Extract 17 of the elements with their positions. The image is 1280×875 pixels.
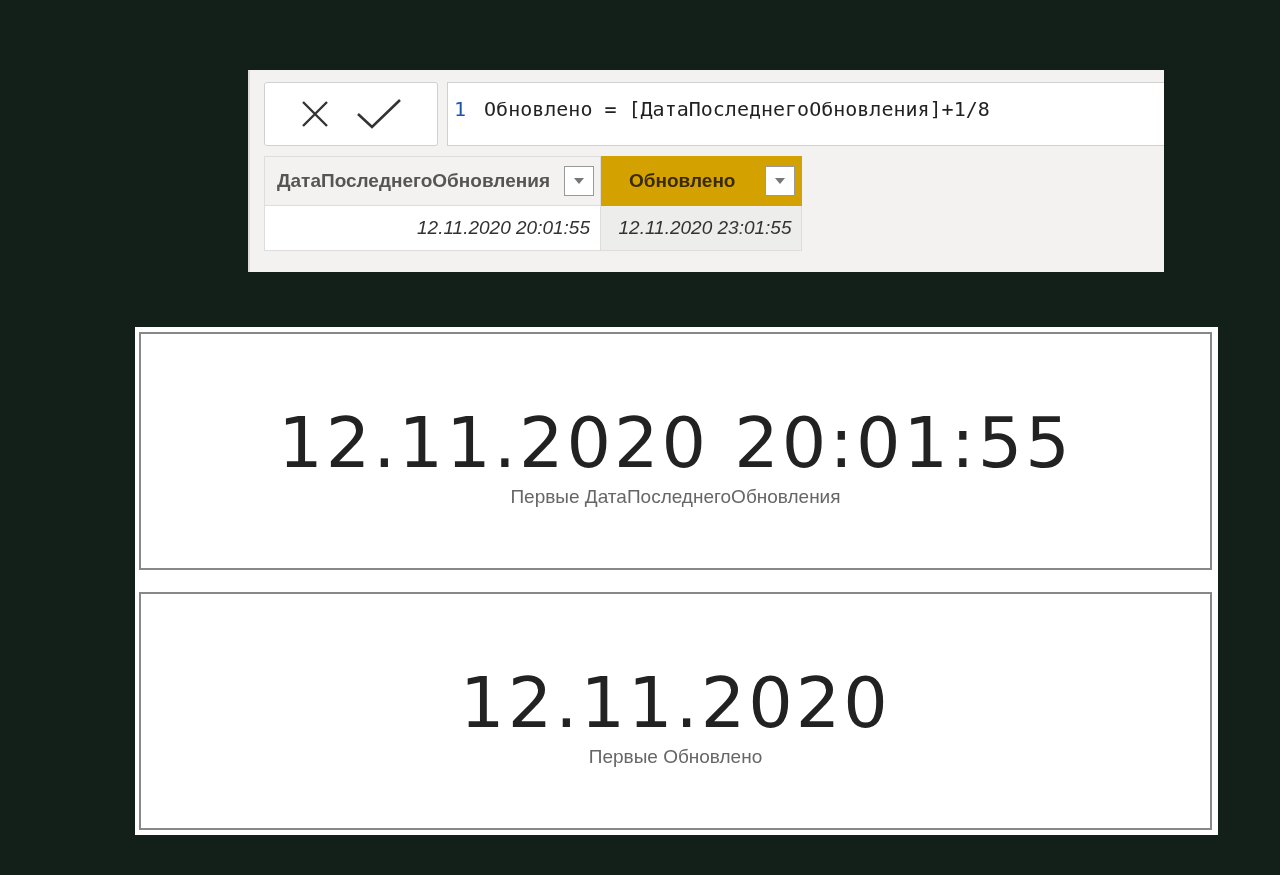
column-header[interactable]: ДатаПоследнегоОбновления — [264, 156, 601, 206]
card-value: 12.11.2020 — [460, 668, 891, 738]
formula-field[interactable]: 1 Обновлено = [ДатаПоследнегоОбновления]+1/8 — [447, 82, 1164, 146]
close-icon — [300, 99, 330, 129]
cancel-button[interactable] — [300, 99, 330, 129]
table-cell: 12.11.2020 23:01:55 — [600, 205, 802, 251]
dropdown-icon[interactable] — [563, 166, 594, 196]
column-header[interactable]: Обновлено — [600, 156, 802, 206]
formula-text: Обновлено = [ДатаПоследнегоОбновления]+1/8 — [484, 97, 990, 121]
card-label: Первые Обновлено — [588, 746, 763, 768]
dropdown-icon[interactable] — [765, 166, 796, 196]
line-number: 1 — [454, 97, 467, 121]
table-cell: 12.11.2020 20:01:55 — [264, 205, 601, 251]
checkmark-icon — [356, 98, 402, 130]
card-value: 12.11.2020 20:01:55 — [278, 408, 1073, 478]
confirm-button[interactable] — [356, 98, 402, 130]
card-label: Первые ДатаПоследнегоОбновления — [510, 486, 841, 508]
